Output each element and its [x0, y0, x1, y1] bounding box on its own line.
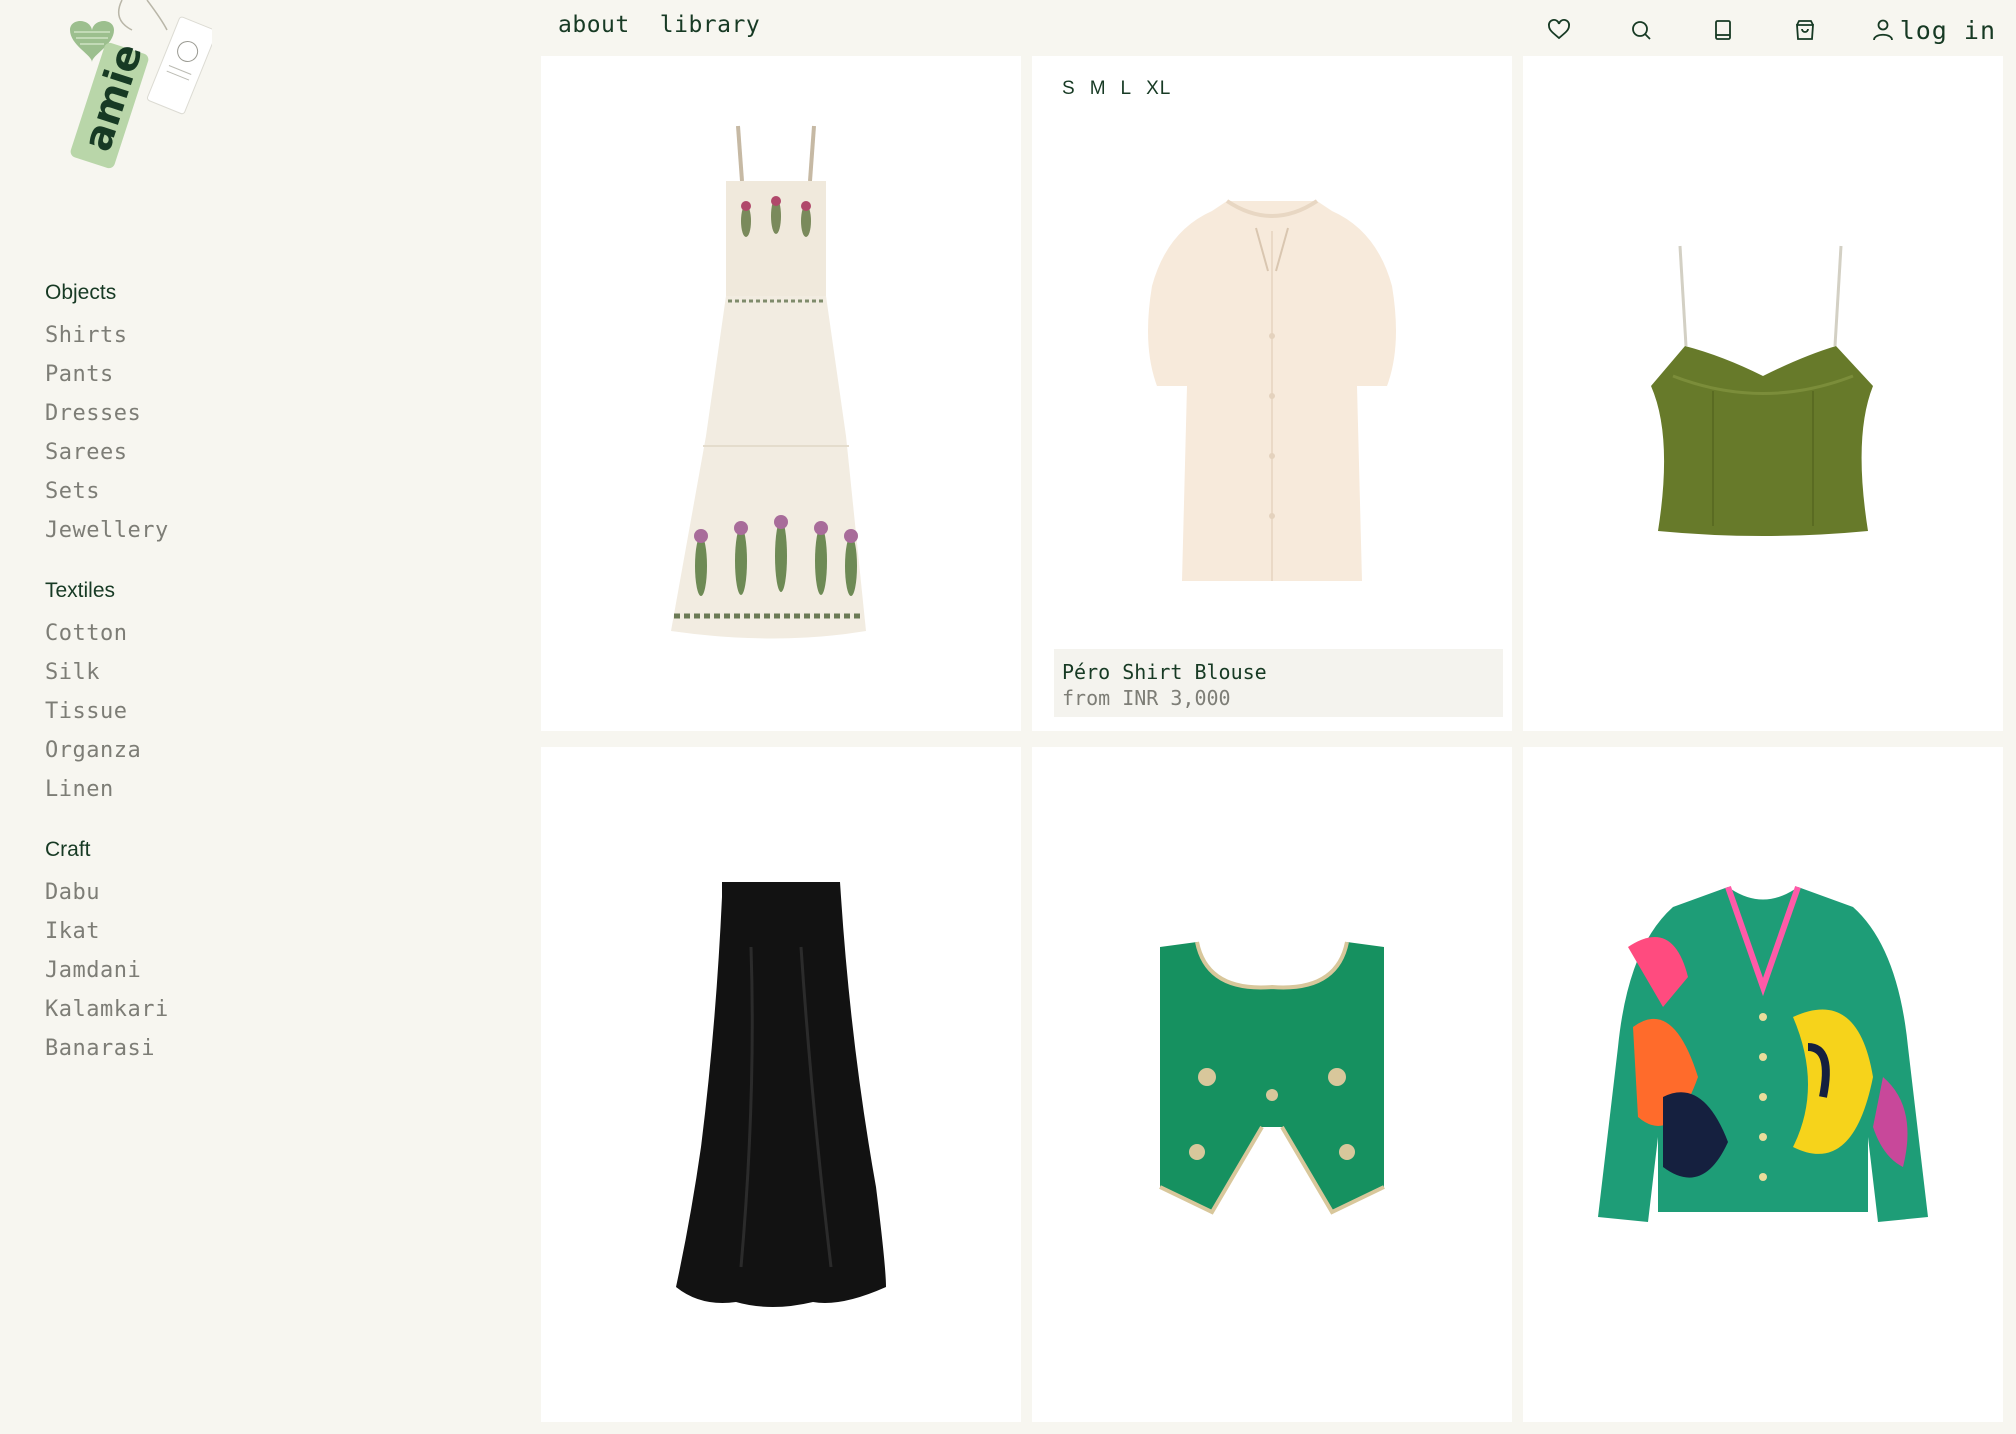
sidebar-item-sets[interactable]: Sets: [45, 472, 365, 511]
logo-text: amie: [74, 38, 152, 156]
sidebar-item-banarasi[interactable]: Banarasi: [45, 1029, 365, 1068]
sidebar-item-dabu[interactable]: Dabu: [45, 873, 365, 912]
cart-icon: [1795, 20, 1814, 40]
nav-group-textiles: Textiles Cotton Silk Tissue Organza Line…: [45, 576, 365, 809]
product-grid: S M L XL Péro Shirt Blouse from INR 3,00…: [541, 56, 2003, 1422]
product-image-dress: [671, 125, 866, 639]
sidebar-item-silk[interactable]: Silk: [45, 653, 365, 692]
brand-logo[interactable]: amie: [52, 0, 217, 170]
nav-link-library[interactable]: library: [660, 12, 760, 38]
top-nav-actions: log in: [1544, 10, 1996, 50]
search-icon: [1631, 21, 1651, 40]
top-nav-links: about library: [558, 12, 760, 38]
sidebar-item-ikat[interactable]: Ikat: [45, 912, 365, 951]
sidebar-item-dresses[interactable]: Dresses: [45, 394, 365, 433]
sidebar: Objects Shirts Pants Dresses Sarees Sets…: [45, 278, 365, 1094]
heart-icon: [1547, 19, 1570, 40]
sidebar-item-tissue[interactable]: Tissue: [45, 692, 365, 731]
product-card-pero-shirt-blouse[interactable]: S M L XL Péro Shirt Blouse from INR 3,00…: [1032, 56, 1512, 731]
search-button[interactable]: [1626, 15, 1656, 45]
user-icon: [1872, 19, 1893, 41]
book-icon: [1714, 20, 1731, 40]
product-image-blouse: [1148, 199, 1396, 581]
login-button[interactable]: log in: [1872, 16, 1996, 45]
product-info: Péro Shirt Blouse from INR 3,000: [1054, 649, 1503, 717]
product-card[interactable]: [1523, 747, 2003, 1422]
product-image-vest: [1159, 941, 1385, 1215]
sidebar-item-kalamkari[interactable]: Kalamkari: [45, 990, 365, 1029]
product-price: from INR 3,000: [1062, 686, 1231, 710]
nav-group-craft: Craft Dabu Ikat Jamdani Kalamkari Banara…: [45, 835, 365, 1068]
nav-heading-craft[interactable]: Craft: [45, 835, 365, 865]
product-image-skirt: [676, 882, 886, 1307]
sidebar-item-shirts[interactable]: Shirts: [45, 316, 365, 355]
cart-button[interactable]: [1790, 15, 1820, 45]
sidebar-item-jamdani[interactable]: Jamdani: [45, 951, 365, 990]
product-card[interactable]: [1523, 56, 2003, 731]
nav-link-about[interactable]: about: [558, 12, 630, 38]
sidebar-item-organza[interactable]: Organza: [45, 731, 365, 770]
product-image-cardigan: [1598, 886, 1928, 1222]
sidebar-item-pants[interactable]: Pants: [45, 355, 365, 394]
sidebar-item-cotton[interactable]: Cotton: [45, 614, 365, 653]
library-button[interactable]: [1708, 15, 1738, 45]
product-card[interactable]: [541, 56, 1021, 731]
nav-heading-textiles[interactable]: Textiles: [45, 576, 365, 606]
nav-group-objects: Objects Shirts Pants Dresses Sarees Sets…: [45, 278, 365, 550]
product-card[interactable]: [1032, 747, 1512, 1422]
wishlist-button[interactable]: [1544, 15, 1574, 45]
nav-heading-objects[interactable]: Objects: [45, 278, 365, 308]
sidebar-item-sarees[interactable]: Sarees: [45, 433, 365, 472]
sidebar-item-linen[interactable]: Linen: [45, 770, 365, 809]
sidebar-item-jewellery[interactable]: Jewellery: [45, 511, 365, 550]
login-label: log in: [1899, 15, 1996, 45]
product-card[interactable]: [541, 747, 1021, 1422]
product-image-camisole: [1651, 245, 1873, 536]
product-name[interactable]: Péro Shirt Blouse: [1062, 659, 1503, 685]
